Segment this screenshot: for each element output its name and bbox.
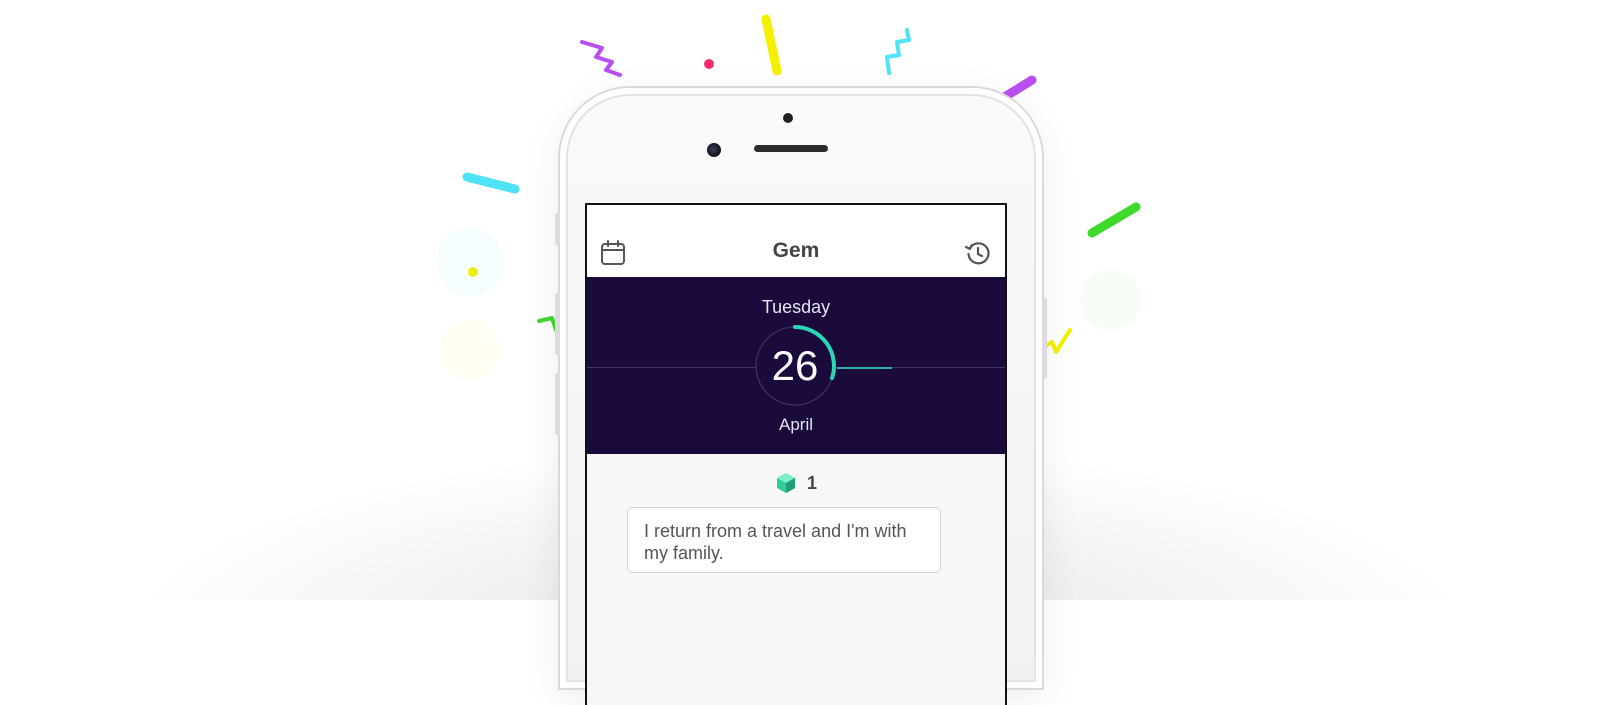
date-header: Tuesday 26 April: [587, 277, 1005, 454]
journal-entry[interactable]: I return from a travel and I'm with my f…: [627, 507, 941, 573]
earpiece-speaker: [754, 145, 828, 152]
confetti-piece: [462, 172, 520, 194]
confetti-piece: [885, 28, 911, 75]
phone-volume-down: [555, 373, 560, 435]
confetti-piece: [580, 40, 622, 77]
proximity-sensor: [783, 113, 793, 123]
entry-content: 1 I return from a travel and I'm with my…: [587, 454, 1005, 705]
month-label: April: [778, 415, 813, 434]
gem-count: 1: [806, 472, 817, 493]
gem-counter: 1: [587, 472, 1005, 494]
gem-icon: [776, 473, 795, 493]
day-number: 26: [771, 342, 819, 389]
phone-frame: Gem Tuesday 26 April 1 I return from a t…: [555, 88, 1047, 705]
navigation-bar: Gem: [587, 205, 1005, 277]
confetti-piece: [1087, 202, 1141, 238]
timeline-progress: [837, 367, 892, 369]
confetti-piece: [704, 59, 714, 69]
history-icon[interactable]: [964, 239, 992, 267]
phone-volume-up: [555, 293, 560, 355]
phone-side-button: [555, 213, 560, 245]
confetti-piece: [761, 14, 782, 76]
phone-power-button: [1042, 298, 1047, 378]
app-screen: Gem Tuesday 26 April 1 I return from a t…: [585, 203, 1007, 705]
front-camera: [707, 143, 721, 157]
confetti-piece: [468, 267, 478, 277]
weekday-label: Tuesday: [761, 297, 831, 317]
page-title: Gem: [772, 239, 820, 262]
